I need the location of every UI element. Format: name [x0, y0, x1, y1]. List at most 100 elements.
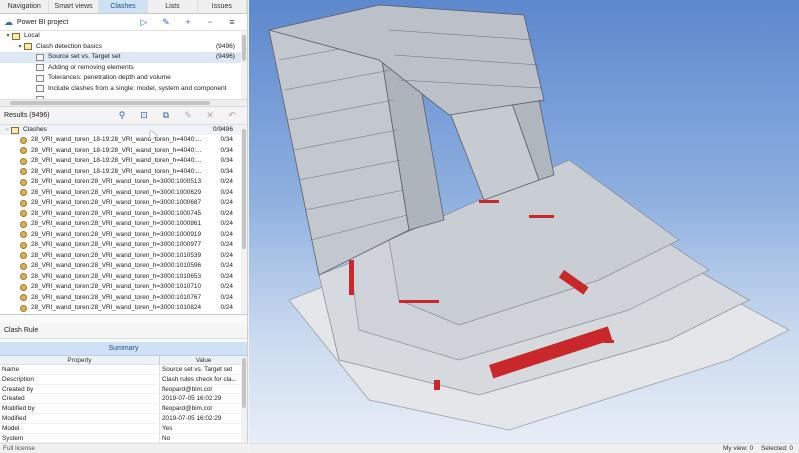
pin-icon[interactable]: ⚲ [111, 110, 133, 121]
clash-rule-icon [36, 74, 44, 82]
property-name: Created [0, 394, 160, 404]
clash-row[interactable]: 28_VRI_wand_toren:28_VRI_wand_toren_h=30… [0, 251, 247, 262]
my-view-count: My view: 0 [723, 445, 754, 452]
clash-rule-icon [36, 64, 44, 72]
properties-vertical-scrollbar[interactable] [241, 356, 247, 446]
zoom-selection-icon[interactable]: ⊡ [133, 110, 155, 121]
clash-row[interactable]: 28_VRI_wand_toren:28_VRI_wand_toren_h=30… [0, 272, 247, 283]
clash-row[interactable]: 28_VRI_wand_toren_18-19:28_VRI_wand_tore… [0, 167, 247, 178]
clash-row[interactable]: 28_VRI_wand_toren:28_VRI_wand_toren_h=30… [0, 230, 247, 241]
tab-navigation[interactable]: Navigation [0, 0, 50, 13]
clash-icon [20, 283, 27, 291]
clash-row[interactable]: 28_VRI_wand_toren_18-19:28_VRI_wand_tore… [0, 156, 247, 167]
property-column-header[interactable]: Property [0, 356, 160, 364]
summary-tab[interactable]: Summary [0, 342, 247, 356]
remove-icon[interactable]: − [199, 17, 221, 27]
results-root-row[interactable]: − Clashes 0/9496 [0, 125, 247, 135]
group-icon [12, 32, 20, 40]
clash-name: 28_VRI_wand_toren:28_VRI_wand_toren_h=30… [31, 220, 202, 227]
tree-item[interactable]: Adding or removing elements [0, 63, 247, 74]
tree-item[interactable]: ▾ Local [0, 31, 247, 42]
property-row[interactable]: Name Source set vs. Target set [0, 365, 247, 375]
undo-icon[interactable]: ↶ [221, 110, 243, 121]
clash-name: 28_VRI_wand_toren:28_VRI_wand_toren_h=30… [31, 230, 202, 238]
property-value: 2019-07-05 16:02:29 [162, 395, 222, 403]
clash-icon [20, 136, 27, 144]
tree-item[interactable]: Include clashes from a single: model, sy… [0, 84, 247, 95]
clash-name: 28_VRI_wand_toren:28_VRI_wand_toren_h=30… [31, 199, 202, 206]
property-row[interactable]: System No [0, 433, 247, 444]
clash-icon [20, 210, 27, 218]
tree-item[interactable]: Source set vs. Target set (9496) [0, 52, 247, 63]
clash-row[interactable]: 28_VRI_wand_toren:28_VRI_wand_toren_h=30… [0, 188, 247, 199]
tab-lists[interactable]: Lists [148, 0, 198, 13]
play-icon[interactable]: ▷ [133, 17, 155, 28]
clash-icon [20, 220, 27, 228]
property-value: Yes [162, 424, 173, 432]
pencil-icon[interactable]: ✎ [177, 110, 199, 121]
left-panel: Navigation Smart views Clashes Lists Issues … [0, 0, 248, 453]
property-row[interactable]: Modified by fleopard@bim.col [0, 404, 247, 414]
collapse-icon[interactable]: − [3, 125, 11, 135]
property-row[interactable]: Model Yes [0, 423, 247, 434]
tree-vertical-scrollbar[interactable] [241, 31, 247, 99]
results-list: − Clashes 0/9496 28_VRI_wand_toren_18-19… [0, 125, 247, 315]
clash-row[interactable]: 28_VRI_wand_toren:28_VRI_wand_toren_h=30… [0, 177, 247, 188]
clash-row[interactable]: 28_VRI_wand_toren:28_VRI_wand_toren_h=30… [0, 198, 247, 209]
clash-row[interactable]: 28_VRI_wand_toren:28_VRI_wand_toren_h=30… [0, 209, 247, 220]
clash-row[interactable]: 28_VRI_wand_toren_18-19:28_VRI_wand_tore… [0, 135, 247, 146]
tree-horizontal-scrollbar[interactable] [0, 99, 247, 106]
tab-clashes[interactable]: Clashes [98, 0, 149, 13]
results-vertical-scrollbar[interactable] [241, 125, 247, 314]
project-bar: ☁ Power BI project ▷ ✎ + − ≡ [0, 14, 247, 31]
folder-icon [11, 126, 19, 134]
clash-row[interactable]: 28_VRI_wand_toren:28_VRI_wand_toren_h=30… [0, 261, 247, 272]
clash-name: 28_VRI_wand_toren_18-19:28_VRI_wand_tore… [31, 136, 202, 143]
clash-icon [20, 273, 27, 281]
clash-row[interactable]: 28_VRI_wand_toren:28_VRI_wand_toren_h=30… [0, 219, 247, 230]
clash-row[interactable]: 28_VRI_wand_toren:28_VRI_wand_toren_h=30… [0, 282, 247, 293]
property-value: 2019-07-05 16:02:29 [162, 414, 222, 422]
property-name: Modified [0, 413, 160, 423]
license-status: Full license [0, 443, 248, 453]
isolate-icon[interactable]: ⧉ [155, 110, 177, 121]
property-row[interactable]: Modified 2019-07-05 16:02:29 [0, 413, 247, 424]
property-value: fleopard@bim.col [162, 405, 212, 413]
edit-icon[interactable]: ✎ [155, 17, 177, 28]
clash-name: 28_VRI_wand_toren:28_VRI_wand_toren_h=30… [31, 262, 202, 269]
property-row[interactable]: Created 2019-07-05 16:02:29 [0, 394, 247, 405]
add-icon[interactable]: + [177, 17, 199, 27]
property-row[interactable]: Created by fleopard@bim.col [0, 384, 247, 395]
clash-rule-header: Clash Rule [0, 323, 247, 339]
clash-name: 28_VRI_wand_toren:28_VRI_wand_toren_h=30… [31, 209, 202, 217]
clash-rule-tree: ▾ Local ▾ Clash detection basics (9496) Sourc… [0, 31, 247, 107]
expand-arrow-icon[interactable]: ▾ [16, 42, 24, 53]
clash-name: 28_VRI_wand_toren:28_VRI_wand_toren_h=30… [31, 241, 202, 248]
tab-smart-views[interactable]: Smart views [49, 0, 99, 13]
clash-name: 28_VRI_wand_toren:28_VRI_wand_toren_h=30… [31, 272, 202, 280]
clash-icon [20, 304, 27, 312]
clash-icon [20, 199, 27, 207]
tree-item-label: Local [24, 32, 40, 39]
tab-issues[interactable]: Issues [198, 0, 248, 13]
clash-name: 28_VRI_wand_toren:28_VRI_wand_toren_h=30… [31, 251, 202, 259]
clash-row[interactable]: 28_VRI_wand_toren:28_VRI_wand_toren_h=30… [0, 303, 247, 314]
clash-row[interactable]: 28_VRI_wand_toren_18-19:28_VRI_wand_tore… [0, 146, 247, 157]
clash-icon [20, 241, 27, 249]
clash-name: 28_VRI_wand_toren:28_VRI_wand_toren_h=30… [31, 293, 202, 301]
clash-row[interactable]: 28_VRI_wand_toren:28_VRI_wand_toren_h=30… [0, 293, 247, 304]
expand-arrow-icon[interactable]: ▾ [4, 31, 12, 42]
building-model[interactable] [249, 0, 799, 443]
value-column-header[interactable]: Value [160, 356, 247, 364]
property-row[interactable]: Description Clash rules check for cla... [0, 374, 247, 385]
property-value: fleopard@bim.col [162, 385, 212, 393]
close-icon[interactable]: ✕ [199, 110, 221, 121]
menu-icon[interactable]: ≡ [221, 17, 243, 27]
clash-icon [20, 157, 27, 165]
property-name: Description [0, 374, 160, 384]
tree-item[interactable]: Tolerances: penetration depth and volume [0, 73, 247, 84]
property-name: System [0, 433, 160, 443]
clash-row[interactable]: 28_VRI_wand_toren:28_VRI_wand_toren_h=30… [0, 240, 247, 251]
3d-viewport[interactable] [249, 0, 799, 443]
tree-item[interactable]: ▾ Clash detection basics (9496) [0, 42, 247, 53]
